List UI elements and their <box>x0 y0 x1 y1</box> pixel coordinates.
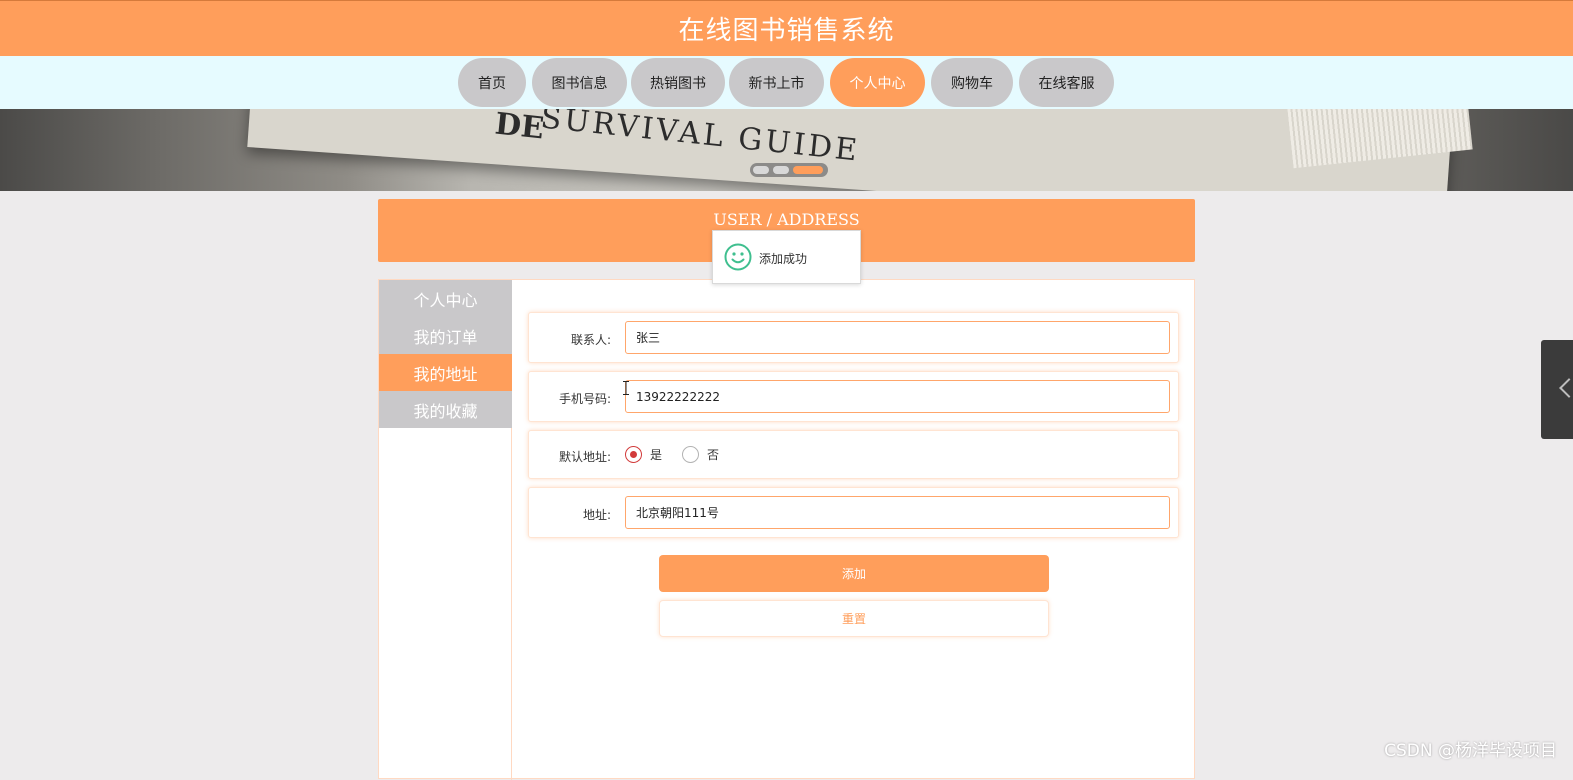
nav-item-book-info[interactable]: 图书信息 <box>532 58 627 107</box>
carousel-dot-2[interactable] <box>773 166 789 174</box>
phone-label: 手机号码: <box>529 390 611 407</box>
phone-value: 13922222222 <box>636 390 720 404</box>
radio-yes-label: 是 <box>650 446 662 463</box>
main-nav: 首页 图书信息 热销图书 新书上市 个人中心 购物车 在线客服 <box>0 56 1573 109</box>
banner-text-fragment: DE <box>493 109 545 146</box>
address-input[interactable]: 北京朝阳111号 <box>625 496 1170 529</box>
sidebar-item-my-orders[interactable]: 我的订单 <box>379 317 512 354</box>
contact-input[interactable]: 张三 <box>625 321 1170 354</box>
carousel-indicators <box>750 163 828 177</box>
nav-item-new-books[interactable]: 新书上市 <box>729 58 824 107</box>
sidebar-item-my-address[interactable]: 我的地址 <box>379 354 512 391</box>
add-button[interactable]: 添加 <box>659 555 1049 592</box>
radio-no-label: 否 <box>707 446 719 463</box>
address-row: 地址: 北京朝阳111号 <box>528 487 1179 538</box>
default-address-label: 默认地址: <box>529 448 611 465</box>
phone-input[interactable]: 13922222222 <box>625 380 1170 413</box>
site-title: 在线图书销售系统 <box>678 10 894 47</box>
side-drawer-toggle[interactable] <box>1541 340 1573 439</box>
contact-value: 张三 <box>636 329 660 346</box>
default-address-row: 默认地址: 是 否 <box>528 430 1179 479</box>
sidebar-item-my-favorites[interactable]: 我的收藏 <box>379 391 512 428</box>
site-header: 在线图书销售系统 <box>0 0 1573 56</box>
nav-item-cart[interactable]: 购物车 <box>931 58 1013 107</box>
nav-item-home[interactable]: 首页 <box>458 58 526 107</box>
toast-message: 添加成功 <box>759 250 807 267</box>
radio-no-control[interactable] <box>682 446 699 463</box>
phone-row: 手机号码: 13922222222 <box>528 371 1179 422</box>
radio-yes-control[interactable] <box>625 446 642 463</box>
watermark: CSDN @杨洋毕设项目 <box>1384 736 1557 761</box>
smile-icon <box>724 243 752 271</box>
user-sidebar: 个人中心 我的订单 我的地址 我的收藏 <box>379 280 512 780</box>
nav-item-hot-books[interactable]: 热销图书 <box>631 58 725 107</box>
chevron-left-icon <box>1559 378 1573 398</box>
contact-label: 联系人: <box>529 331 611 348</box>
default-address-radio-group: 是 否 <box>625 446 739 463</box>
carousel-dot-1[interactable] <box>753 166 769 174</box>
nav-item-online-service[interactable]: 在线客服 <box>1019 58 1114 107</box>
contact-row: 联系人: 张三 <box>528 312 1179 363</box>
success-toast: 添加成功 <box>712 230 861 284</box>
nav-item-personal-center[interactable]: 个人中心 <box>830 58 925 107</box>
reset-button[interactable]: 重置 <box>659 600 1049 637</box>
address-panel: 个人中心 我的订单 我的地址 我的收藏 联系人: 张三 手机号码: 139222… <box>378 279 1195 779</box>
radio-option-yes[interactable]: 是 <box>625 446 662 463</box>
text-cursor-icon <box>623 381 629 395</box>
section-title: USER / ADDRESS <box>378 210 1195 229</box>
carousel-dot-3[interactable] <box>793 166 823 174</box>
sidebar-item-personal-center[interactable]: 个人中心 <box>379 280 512 317</box>
banner-carousel: DE SURVIVAL GUIDE <box>0 109 1573 191</box>
radio-option-no[interactable]: 否 <box>682 446 719 463</box>
address-label: 地址: <box>529 506 611 523</box>
address-value: 北京朝阳111号 <box>636 504 719 521</box>
